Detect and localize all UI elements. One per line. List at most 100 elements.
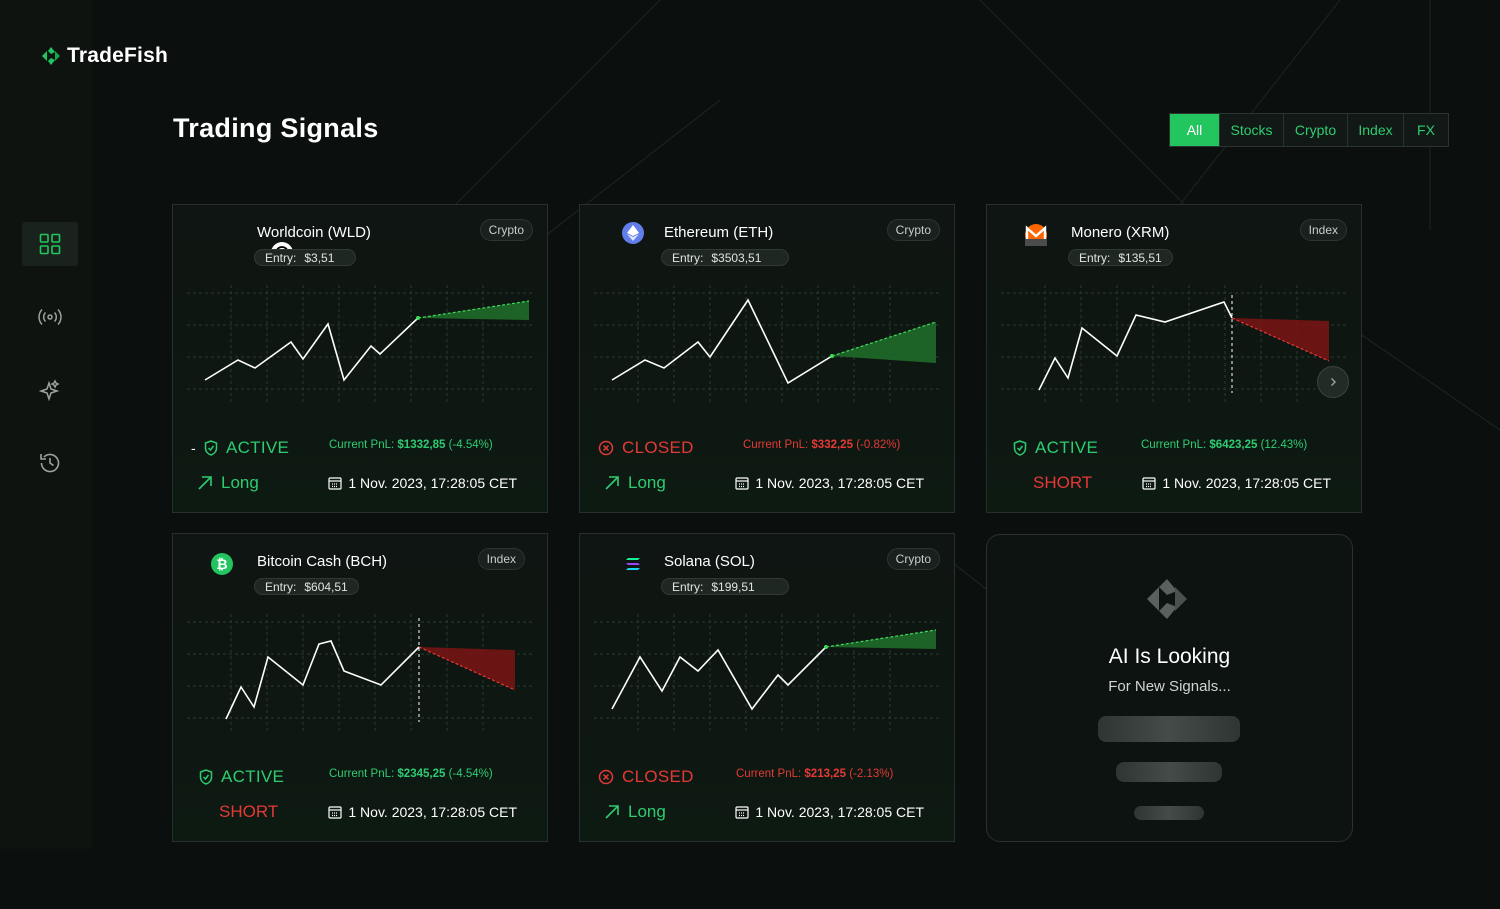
tradefish-logo-icon <box>1147 579 1187 619</box>
signal-date: 1 Nov. 2023, 17:28:05 CET <box>328 475 517 491</box>
solana-icon <box>622 553 644 575</box>
ai-card-title: AI Is Looking <box>1108 645 1231 668</box>
tab-stocks[interactable]: Stocks <box>1219 114 1283 146</box>
status-label: ACTIVE <box>225 438 290 457</box>
direction-label: Long <box>221 473 259 492</box>
history-icon <box>40 453 60 473</box>
shield-check-icon <box>204 440 218 456</box>
calendar-icon <box>328 477 342 490</box>
direction-label: SHORT <box>219 802 279 821</box>
coin-name: Solana (SOL) <box>664 553 755 570</box>
category-badge: Crypto <box>479 219 533 241</box>
tab-all[interactable]: All <box>1170 114 1219 146</box>
status-label: ACTIVE <box>1035 438 1099 457</box>
x-circle-icon <box>598 769 614 785</box>
coin-name: Monero (XRM) <box>1071 224 1170 241</box>
entry-pill: Entry: $135,51 <box>1068 249 1173 266</box>
status-indicator: ACTIVE <box>1013 438 1098 458</box>
entry-value: $199,51 <box>711 579 755 594</box>
status-indicator: - ACTIVE <box>191 438 290 457</box>
category-badge: Index <box>477 548 525 570</box>
direction-indicator: SHORT <box>1033 473 1092 493</box>
tab-index[interactable]: Index <box>1347 114 1403 146</box>
tab-crypto[interactable]: Crypto <box>1283 114 1347 146</box>
price-chart <box>594 285 942 405</box>
arrow-up-right-icon <box>605 476 619 490</box>
signal-card-worldcoin[interactable]: Worldcoin (WLD) Entry: $3,51 Crypto - AC… <box>172 204 548 513</box>
tradefish-logo-icon <box>42 47 60 65</box>
signal-date: 1 Nov. 2023, 17:28:05 CET <box>328 804 517 820</box>
price-chart <box>187 285 535 405</box>
filter-tabs: All Stocks Crypto Index FX <box>1169 113 1449 147</box>
next-chart-button[interactable] <box>1317 366 1349 398</box>
direction-indicator: Long <box>604 473 666 493</box>
chevron-right-icon <box>1331 378 1336 386</box>
sparkle-icon <box>39 379 60 401</box>
status-label: CLOSED <box>622 438 694 457</box>
coin-name: Ethereum (ETH) <box>664 224 774 241</box>
bitcoin-cash-icon: ₿ <box>211 553 233 575</box>
app-name: TradeFish <box>67 44 168 67</box>
price-chart <box>594 614 942 734</box>
status-indicator: CLOSED <box>598 767 694 787</box>
entry-label: Entry: <box>265 579 297 594</box>
coin-name: Worldcoin (WLD) <box>257 224 371 241</box>
shield-check-icon <box>1013 440 1027 456</box>
entry-value: $3503,51 <box>711 250 762 265</box>
status-indicator: CLOSED <box>598 438 694 458</box>
calendar-icon <box>328 806 342 819</box>
loading-skeleton <box>1134 806 1204 820</box>
nav-item-history[interactable] <box>22 441 78 485</box>
tab-fx[interactable]: FX <box>1403 114 1448 146</box>
app-logo[interactable]: TradeFish <box>40 44 168 68</box>
sidebar-nav <box>22 222 78 514</box>
status-indicator: ACTIVE <box>199 767 284 787</box>
shield-check-icon <box>199 769 213 785</box>
loading-skeleton <box>1116 762 1222 782</box>
nav-item-dashboard[interactable] <box>22 222 78 266</box>
calendar-icon <box>735 806 749 819</box>
direction-label: Long <box>628 473 666 492</box>
page-title: Trading Signals <box>173 113 379 143</box>
coin-name: Bitcoin Cash (BCH) <box>257 553 388 570</box>
signal-card-monero[interactable]: Monero (XRM) Entry: $135,51 Index ACTIVE… <box>986 204 1362 513</box>
entry-label: Entry: <box>265 250 297 265</box>
signal-card-bitcoin-cash[interactable]: ₿ Bitcoin Cash (BCH) Entry: $604,51 Inde… <box>172 533 548 842</box>
pnl-value: Current PnL: $6423,25 (12.43%) <box>1141 439 1308 451</box>
entry-value: $604,51 <box>304 579 348 594</box>
monero-icon <box>1025 224 1047 246</box>
category-badge: Crypto <box>886 548 940 570</box>
arrow-up-right-icon <box>605 805 619 819</box>
entry-label: Entry: <box>672 250 704 265</box>
calendar-icon <box>1142 477 1156 490</box>
grid-icon <box>39 233 61 255</box>
x-circle-icon <box>598 440 614 456</box>
signal-date: 1 Nov. 2023, 17:28:05 CET <box>735 475 924 491</box>
direction-indicator: Long <box>604 802 666 822</box>
entry-label: Entry: <box>1079 250 1111 265</box>
entry-pill: Entry: $604,51 <box>254 578 359 595</box>
category-badge: Crypto <box>886 219 940 241</box>
status-label: CLOSED <box>622 767 694 786</box>
entry-pill: Entry: $3503,51 <box>661 249 789 266</box>
direction-label: SHORT <box>1033 473 1093 492</box>
calendar-icon <box>735 477 749 490</box>
broadcast-icon <box>38 308 62 326</box>
signal-card-ethereum[interactable]: Ethereum (ETH) Entry: $3503,51 Crypto CL… <box>579 204 955 513</box>
nav-item-ai[interactable] <box>22 368 78 412</box>
entry-pill: Entry: $3,51 <box>254 249 356 266</box>
entry-value: $135,51 <box>1118 250 1162 265</box>
pnl-value: Current PnL: $1332,85 (-4.54%) <box>329 439 493 451</box>
pnl-value: Current PnL: $2345,25 (-4.54%) <box>329 768 493 780</box>
pnl-value: Current PnL: $213,25 (-2.13%) <box>736 768 894 780</box>
direction-indicator: Long <box>197 473 259 493</box>
price-chart <box>1001 285 1349 405</box>
direction-indicator: SHORT <box>219 802 278 822</box>
entry-pill: Entry: $199,51 <box>661 578 789 595</box>
signal-date: 1 Nov. 2023, 17:28:05 CET <box>1142 475 1331 491</box>
price-chart <box>187 614 535 734</box>
status-label: ACTIVE <box>221 767 285 786</box>
arrow-up-right-icon <box>198 476 212 490</box>
signal-card-solana[interactable]: Solana (SOL) Entry: $199,51 Crypto CLOSE… <box>579 533 955 842</box>
nav-item-signals[interactable] <box>22 295 78 339</box>
